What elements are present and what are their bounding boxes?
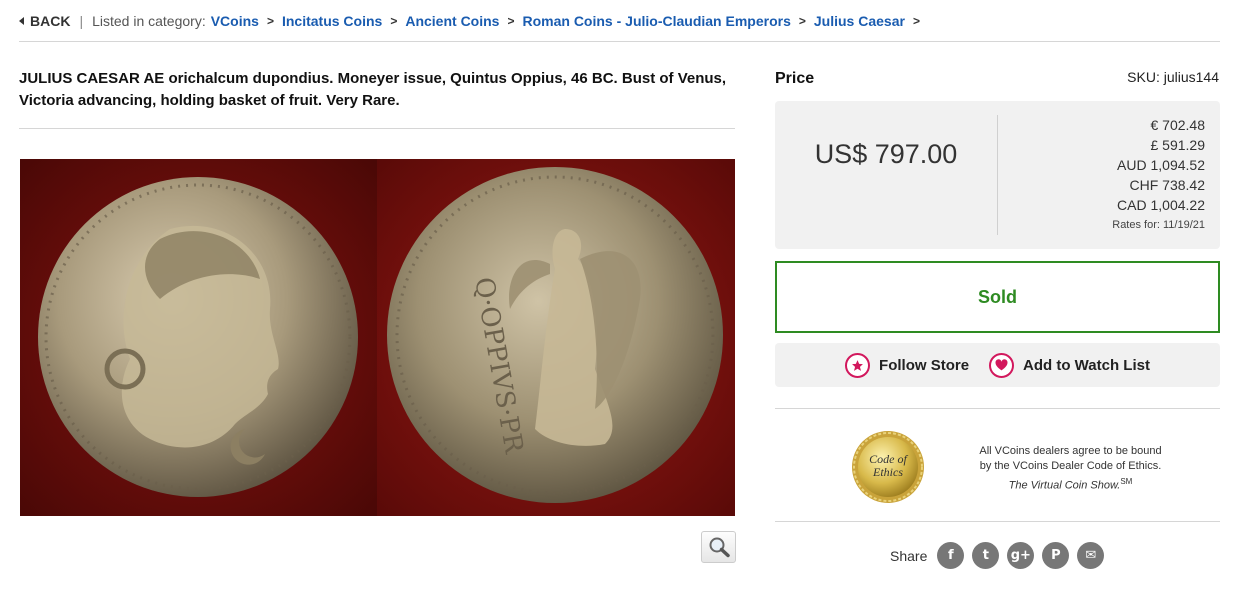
divider xyxy=(19,128,735,129)
ethics-line-2: by the VCoins Dealer Code of Ethics. xyxy=(979,460,1162,472)
divider xyxy=(997,115,998,235)
service-mark: SM xyxy=(1120,477,1133,486)
divider xyxy=(775,521,1220,522)
seal-text-code: Code of xyxy=(869,452,908,466)
breadcrumb-separator: | xyxy=(79,13,84,29)
breadcrumb-ancient-coins[interactable]: Ancient Coins xyxy=(405,13,499,29)
currency-conversions: € 702.48 £ 591.29 AUD 1,094.52 CHF 738.4… xyxy=(1117,115,1205,215)
facebook-icon[interactable]: f xyxy=(937,542,965,569)
divider xyxy=(19,41,1220,42)
price-aud: AUD 1,094.52 xyxy=(1117,157,1205,173)
price-cad: CAD 1,004.22 xyxy=(1117,197,1205,213)
share-bar: Share f t g+ P ✉ xyxy=(890,542,1112,569)
breadcrumb-roman-coins[interactable]: Roman Coins - Julio-Claudian Emperors xyxy=(522,13,790,29)
actions-bar: Follow Store Add to Watch List xyxy=(775,343,1220,387)
price-label: Price xyxy=(775,70,815,87)
breadcrumb-incitatus-coins[interactable]: Incitatus Coins xyxy=(282,13,382,29)
product-image[interactable]: Q·OPPIVS·PR xyxy=(20,159,735,516)
breadcrumb-vcoins[interactable]: VCoins xyxy=(211,13,259,29)
seal-text-ethics: Ethics xyxy=(872,465,903,479)
main-price: US$ 797.00 xyxy=(814,139,958,169)
googleplus-icon[interactable]: g+ xyxy=(1007,542,1035,569)
chevron-right-icon: > xyxy=(390,14,398,28)
email-icon[interactable]: ✉ xyxy=(1077,542,1105,569)
chevron-right-icon: > xyxy=(798,14,806,28)
star-icon xyxy=(845,352,871,378)
pinterest-icon[interactable]: P xyxy=(1042,542,1070,569)
back-link[interactable]: BACK xyxy=(19,13,70,29)
listed-in-label: Listed in category: xyxy=(92,13,206,29)
coin-reverse: Q·OPPIVS·PR xyxy=(387,167,723,503)
chevron-right-icon: > xyxy=(507,14,515,28)
follow-store-label: Follow Store xyxy=(879,356,970,374)
heart-icon xyxy=(989,352,1015,378)
divider xyxy=(775,408,1220,409)
ethics-line-1: All VCoins dealers agree to be bound xyxy=(979,445,1162,457)
chevron-right-icon: > xyxy=(912,14,920,28)
coin-obverse xyxy=(38,177,358,497)
price-box: US$ 797.00 € 702.48 £ 591.29 AUD 1,094.5… xyxy=(775,101,1220,249)
price-chf: CHF 738.42 xyxy=(1129,177,1205,193)
breadcrumb-julius-caesar[interactable]: Julius Caesar xyxy=(814,13,905,29)
sku-label: SKU: julius144 xyxy=(1127,69,1219,85)
magnifier-icon xyxy=(709,537,730,558)
sold-status: Sold xyxy=(775,261,1220,333)
add-to-watch-list-button[interactable]: Add to Watch List xyxy=(989,352,1150,378)
zoom-button[interactable] xyxy=(701,531,736,563)
price-eur: € 702.48 xyxy=(1150,117,1206,133)
twitter-icon[interactable]: t xyxy=(972,542,1000,569)
ethics-line-3: The Virtual Coin Show. xyxy=(1008,479,1121,492)
rates-date: Rates for: 11/19/21 xyxy=(1112,219,1205,231)
share-label: Share xyxy=(890,547,928,564)
follow-store-button[interactable]: Follow Store xyxy=(845,352,970,378)
chevron-right-icon: > xyxy=(266,14,274,28)
ethics-statement: All VCoins dealers agree to be bound by … xyxy=(968,444,1173,494)
back-label: BACK xyxy=(30,13,71,29)
breadcrumb: BACK | Listed in category: VCoins > Inci… xyxy=(19,11,928,31)
price-gbp: £ 591.29 xyxy=(1150,137,1206,153)
product-title: JULIUS CAESAR AE orichalcum dupondius. M… xyxy=(19,70,727,109)
watch-list-label: Add to Watch List xyxy=(1023,356,1150,374)
back-arrow-icon xyxy=(19,17,24,25)
code-of-ethics-seal[interactable]: Code of Ethics xyxy=(851,430,925,509)
